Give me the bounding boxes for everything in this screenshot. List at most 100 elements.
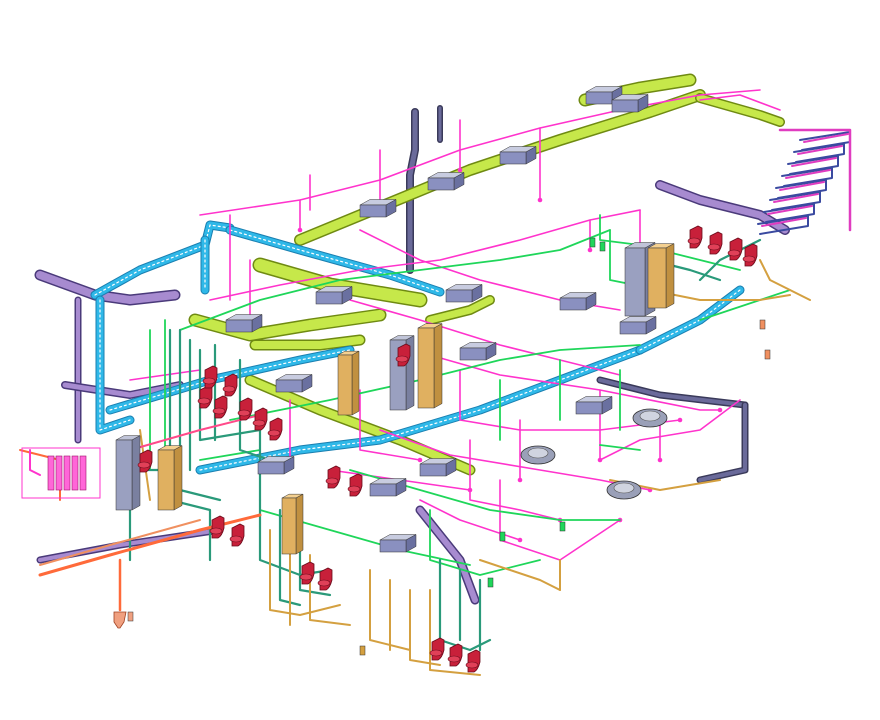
tank-icon-front bbox=[337, 354, 353, 416]
fire-main-west-2 bbox=[39, 519, 201, 566]
fan-coil-icon-front bbox=[575, 401, 603, 415]
toilet-icon bbox=[431, 637, 445, 661]
fan-coil-icon-front bbox=[459, 347, 487, 361]
toilet-icon-bowl bbox=[212, 407, 226, 415]
tank-icon-front bbox=[157, 449, 175, 511]
round-diffuser-icon-core bbox=[639, 410, 661, 422]
vent-return-east-edge bbox=[696, 401, 749, 484]
toilet-icon-bowl bbox=[209, 527, 223, 535]
toilet-icon-bowl bbox=[447, 655, 461, 663]
toilet-icon bbox=[301, 561, 315, 585]
vent-main-east bbox=[598, 378, 747, 407]
fan-coil-icon-front bbox=[419, 463, 447, 477]
ahu-icon-front bbox=[585, 91, 613, 105]
fan-coil-icon-front bbox=[559, 297, 587, 311]
accessory-tag bbox=[359, 645, 366, 656]
toilet-icon-bowl bbox=[222, 385, 236, 393]
toilet-icon-bowl bbox=[202, 377, 216, 385]
toilet-icon-bowl bbox=[197, 397, 211, 405]
accessory-tag bbox=[589, 237, 596, 248]
hot-water-terminal bbox=[717, 407, 723, 413]
hot-water-terminal bbox=[517, 537, 523, 543]
toilet-icon-bowl bbox=[347, 485, 361, 493]
toilet-icon bbox=[449, 643, 463, 667]
manifold-pump-icon bbox=[55, 455, 63, 491]
toilet-icon bbox=[467, 649, 481, 673]
fan-coil-icon-front bbox=[257, 461, 285, 475]
toilet-icon bbox=[327, 465, 341, 489]
accessory-tag bbox=[559, 521, 566, 532]
round-diffuser-icon-core bbox=[613, 482, 635, 494]
hot-water-terminal bbox=[297, 227, 303, 233]
fan-coil-icon-front bbox=[619, 321, 647, 335]
tank-icon-side bbox=[173, 445, 183, 511]
toilet-icon bbox=[349, 473, 363, 497]
tank-icon-front bbox=[115, 439, 133, 511]
toilet-icon-bowl bbox=[317, 579, 331, 587]
toilet-icon bbox=[709, 231, 723, 255]
tank-icon-side bbox=[351, 350, 360, 416]
toilet-icon bbox=[319, 567, 333, 591]
toilet-icon-bowl bbox=[742, 255, 756, 263]
toilet-icon bbox=[199, 385, 213, 409]
tank-icon-front bbox=[281, 497, 297, 555]
cable-tray-west-up bbox=[91, 221, 234, 299]
fan-coil-icon-front bbox=[315, 291, 343, 305]
toilet-icon bbox=[224, 373, 238, 397]
hot-water-terminal bbox=[677, 417, 683, 423]
fan-coil-icon-front bbox=[359, 204, 387, 218]
toilet-icon bbox=[744, 243, 758, 267]
tank-icon-front bbox=[417, 327, 435, 409]
hot-water-terminal bbox=[587, 247, 593, 253]
toilet-icon bbox=[269, 417, 283, 441]
toilet-icon-bowl bbox=[267, 429, 281, 437]
round-diffuser-icon-core bbox=[527, 447, 549, 459]
hot-water-terminal bbox=[457, 167, 463, 173]
toilet-icon-bowl bbox=[395, 355, 409, 363]
accessory-tag bbox=[487, 577, 494, 588]
mep-model-canvas bbox=[19, 73, 852, 676]
fan-coil-icon-front bbox=[225, 319, 253, 333]
ahu-icon-front bbox=[611, 99, 639, 113]
hot-water-terminal bbox=[537, 197, 543, 203]
cold-water-system bbox=[149, 214, 791, 576]
fire-valve-icon bbox=[113, 611, 127, 629]
hot-water-terminal bbox=[597, 457, 603, 463]
hot-water-terminal bbox=[657, 457, 663, 463]
toilet-icon-bowl bbox=[252, 419, 266, 427]
toilet-icon-bowl bbox=[229, 535, 243, 543]
accessory-tag bbox=[499, 531, 506, 542]
toilet-icon bbox=[729, 237, 743, 261]
tank-icon-side bbox=[665, 243, 675, 309]
mep-3d-model-view bbox=[0, 0, 880, 720]
fan-coil-icon-front bbox=[445, 289, 473, 303]
toilet-icon bbox=[254, 407, 268, 431]
toilet-icon-bowl bbox=[465, 661, 479, 669]
hot-water-terminal bbox=[517, 477, 523, 483]
toilet-icon bbox=[211, 515, 225, 539]
toilet-icon-bowl bbox=[687, 237, 701, 245]
round-diffusers bbox=[520, 408, 668, 500]
tank-icon-front bbox=[647, 247, 667, 309]
accessory-tag bbox=[127, 611, 134, 622]
fan-coil-icon-front bbox=[379, 539, 407, 553]
accessory-tag bbox=[599, 241, 606, 252]
toilet-icon-bowl bbox=[707, 243, 721, 251]
tank-icon-side bbox=[433, 323, 443, 409]
manifold-pump-icon bbox=[71, 455, 79, 491]
supply-branch-ne bbox=[696, 94, 784, 126]
manifold-pump-icon bbox=[63, 455, 71, 491]
drain-pipe bbox=[759, 259, 811, 301]
tank-icon-front bbox=[624, 247, 646, 317]
exhaust-duct-south bbox=[417, 507, 478, 603]
tank-icon-side bbox=[295, 493, 304, 555]
fan-coil-icon-front bbox=[499, 151, 527, 165]
fan-coil-icon-front bbox=[427, 177, 455, 191]
toilet-icon-bowl bbox=[727, 249, 741, 257]
toilet-icon-bowl bbox=[299, 573, 313, 581]
toilet-icon bbox=[689, 225, 703, 249]
toilet-icon-bowl bbox=[325, 477, 339, 485]
toilet-icon bbox=[214, 395, 228, 419]
fan-coil-icon-front bbox=[275, 379, 303, 393]
accessory-tag bbox=[764, 349, 771, 360]
